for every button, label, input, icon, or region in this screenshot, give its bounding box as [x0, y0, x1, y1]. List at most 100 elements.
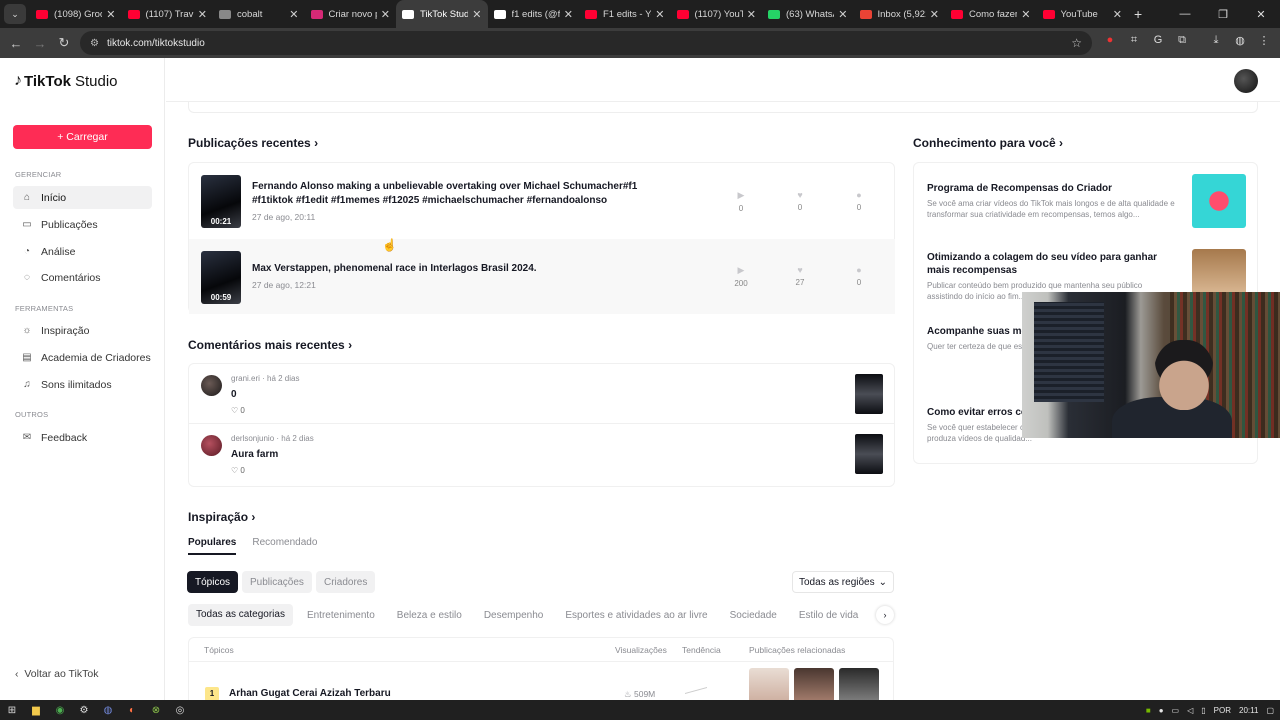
- close-tab-icon[interactable]: ✕: [1021, 8, 1030, 21]
- forward-icon[interactable]: →: [28, 36, 52, 51]
- category-item[interactable]: Sociedade: [722, 610, 785, 621]
- account-avatar[interactable]: [1234, 69, 1258, 93]
- comment-likes[interactable]: ♡ 0: [231, 406, 245, 415]
- tiktok-studio-logo[interactable]: ♪ TikTok Studio: [14, 72, 118, 90]
- network-icon[interactable]: ▭: [1172, 706, 1180, 715]
- nvidia-icon[interactable]: ■: [1146, 706, 1151, 715]
- minimize-button[interactable]: —: [1166, 8, 1204, 20]
- back-icon[interactable]: ←: [4, 36, 28, 51]
- battery-icon[interactable]: ▯: [1201, 706, 1205, 715]
- close-tab-icon[interactable]: ✕: [289, 8, 298, 21]
- post-row[interactable]: 00:59 Max Verstappen, phenomenal race in…: [189, 239, 895, 314]
- download-icon[interactable]: ⤓: [1204, 34, 1228, 47]
- notification-icon[interactable]: ▢: [1266, 706, 1274, 715]
- topic-name[interactable]: Arhan Gugat Cerai Azizah Terbaru: [229, 688, 391, 699]
- sidebar-item-sounds[interactable]: ♫ Sons ilimitados: [13, 373, 152, 396]
- xbox-icon[interactable]: ⊗: [144, 700, 168, 720]
- category-item[interactable]: Beleza e estilo: [389, 610, 470, 621]
- extension-icon[interactable]: ⌗: [1122, 34, 1146, 47]
- category-all[interactable]: Todas as categorias: [188, 604, 293, 626]
- file-explorer-icon[interactable]: ▆: [24, 700, 48, 720]
- related-post-thumbnail[interactable]: [749, 668, 789, 700]
- new-tab-button[interactable]: +: [1134, 6, 1142, 22]
- browser-menu-icon[interactable]: ⋮: [1252, 34, 1276, 47]
- browser-tab[interactable]: (63) WhatsA ✕: [762, 0, 854, 28]
- app-icon[interactable]: ◐: [120, 700, 144, 720]
- region-dropdown[interactable]: Todas as regiões ⌄: [792, 571, 894, 593]
- browser-tab[interactable]: (1098) Groo ✕: [30, 0, 122, 28]
- recent-comments-title[interactable]: Comentários mais recentes ›: [188, 338, 352, 352]
- browser-tab[interactable]: cobalt ✕: [213, 0, 305, 28]
- close-tab-icon[interactable]: ✕: [1113, 8, 1122, 21]
- webcam-window-blinds: [1034, 302, 1104, 402]
- reload-icon[interactable]: ↻: [52, 35, 76, 51]
- profile-icon[interactable]: ◍: [1228, 34, 1252, 47]
- category-item[interactable]: Esportes e atividades ao ar livre: [557, 610, 715, 621]
- bookmark-star-icon[interactable]: ☆: [1071, 36, 1082, 50]
- comment-item[interactable]: grani.eri · há 2 dias 0 ♡ 0: [189, 364, 895, 424]
- browser-tab[interactable]: (1107) Travis ✕: [122, 0, 214, 28]
- extensions-puzzle-icon[interactable]: ⧉: [1170, 34, 1194, 47]
- sidebar-item-feedback[interactable]: ✉ Feedback: [13, 426, 152, 449]
- close-tab-icon[interactable]: ✕: [564, 8, 573, 21]
- close-window-button[interactable]: ✕: [1242, 8, 1280, 21]
- comment-likes[interactable]: ♡ 0: [231, 466, 245, 475]
- tab-recommended[interactable]: Recomendado: [252, 537, 317, 555]
- windows-start-icon[interactable]: ⊞: [0, 700, 24, 720]
- category-item[interactable]: Entretenimento: [299, 610, 383, 621]
- comment-item[interactable]: derlsonjunio · há 2 dias Aura farm ♡ 0: [189, 424, 895, 484]
- close-tab-icon[interactable]: ✕: [198, 8, 207, 21]
- post-row[interactable]: 00:21 Fernando Alonso making a unbelieva…: [189, 163, 895, 238]
- sidebar-item-inspiration[interactable]: ☼ Inspiração: [13, 319, 152, 342]
- browser-tab[interactable]: Criar novo p ✕: [305, 0, 397, 28]
- microphone-icon[interactable]: ●: [1159, 706, 1164, 715]
- knowledge-item[interactable]: Programa de Recompensas do Criador Se vo…: [927, 182, 1177, 220]
- chevron-right-icon[interactable]: ›: [876, 606, 894, 624]
- language-indicator[interactable]: POR: [1214, 706, 1231, 715]
- close-tab-icon[interactable]: ✕: [930, 8, 939, 21]
- tab-search-button[interactable]: ⌄: [4, 4, 26, 24]
- sidebar-item-posts[interactable]: ▭ Publicações: [13, 213, 152, 236]
- sidebar-item-analytics[interactable]: ◔ Análise: [13, 240, 152, 263]
- close-tab-icon[interactable]: ✕: [655, 8, 664, 21]
- recent-posts-title[interactable]: Publicações recentes ›: [188, 136, 318, 150]
- extension-red-icon[interactable]: ●: [1098, 34, 1122, 47]
- browser-tab[interactable]: Inbox (5,921 ✕: [854, 0, 946, 28]
- inspiration-title[interactable]: Inspiração ›: [188, 510, 255, 524]
- related-post-thumbnail[interactable]: [794, 668, 834, 700]
- browser-tab[interactable]: Como fazer ✕: [945, 0, 1037, 28]
- volume-icon[interactable]: ◁: [1187, 706, 1193, 715]
- steam-icon[interactable]: ⚙: [72, 700, 96, 720]
- category-item[interactable]: Estilo de vida: [791, 610, 866, 621]
- close-tab-icon[interactable]: ✕: [747, 8, 756, 21]
- url-field[interactable]: ⚙ tiktok.com/tiktokstudio ☆: [80, 31, 1092, 55]
- close-tab-icon[interactable]: ✕: [381, 8, 390, 21]
- close-tab-icon[interactable]: ✕: [838, 8, 847, 21]
- knowledge-title[interactable]: Conhecimento para você ›: [913, 136, 1063, 150]
- restore-button[interactable]: ❐: [1204, 8, 1242, 21]
- sidebar-item-academy[interactable]: ▤ Academia de Criadores: [13, 346, 152, 369]
- sidebar-item-home[interactable]: ⌂ Início: [13, 186, 152, 209]
- upload-button[interactable]: + Carregar: [13, 125, 152, 149]
- browser-tab[interactable]: (1107) YouTu ✕: [671, 0, 763, 28]
- browser-tab[interactable]: F1 edits - Yo ✕: [579, 0, 671, 28]
- category-item[interactable]: Desempenho: [476, 610, 551, 621]
- close-tab-icon[interactable]: ✕: [106, 8, 115, 21]
- chrome-icon[interactable]: ◉: [48, 700, 72, 720]
- pill-topics[interactable]: Tópicos: [187, 571, 239, 593]
- site-info-icon[interactable]: ⚙: [90, 38, 99, 49]
- pill-posts[interactable]: Publicações: [242, 571, 312, 593]
- browser-tab[interactable]: f1 edits (@f ✕: [488, 0, 580, 28]
- close-tab-icon[interactable]: ✕: [472, 8, 481, 21]
- clock[interactable]: 20:11: [1239, 706, 1258, 715]
- obs-icon[interactable]: ◎: [168, 700, 192, 720]
- discord-icon[interactable]: ◍: [96, 700, 120, 720]
- pill-creators[interactable]: Criadores: [316, 571, 376, 593]
- browser-tab[interactable]: TikTok Studio✕: [396, 0, 488, 28]
- back-to-tiktok-link[interactable]: ‹ Voltar ao TikTok: [15, 668, 98, 680]
- related-post-thumbnail[interactable]: [839, 668, 879, 700]
- tab-popular[interactable]: Populares: [188, 537, 237, 555]
- browser-tab[interactable]: YouTube ✕: [1037, 0, 1129, 28]
- extension-g-icon[interactable]: G: [1146, 34, 1170, 47]
- sidebar-item-comments[interactable]: ◌ Comentários: [13, 266, 152, 289]
